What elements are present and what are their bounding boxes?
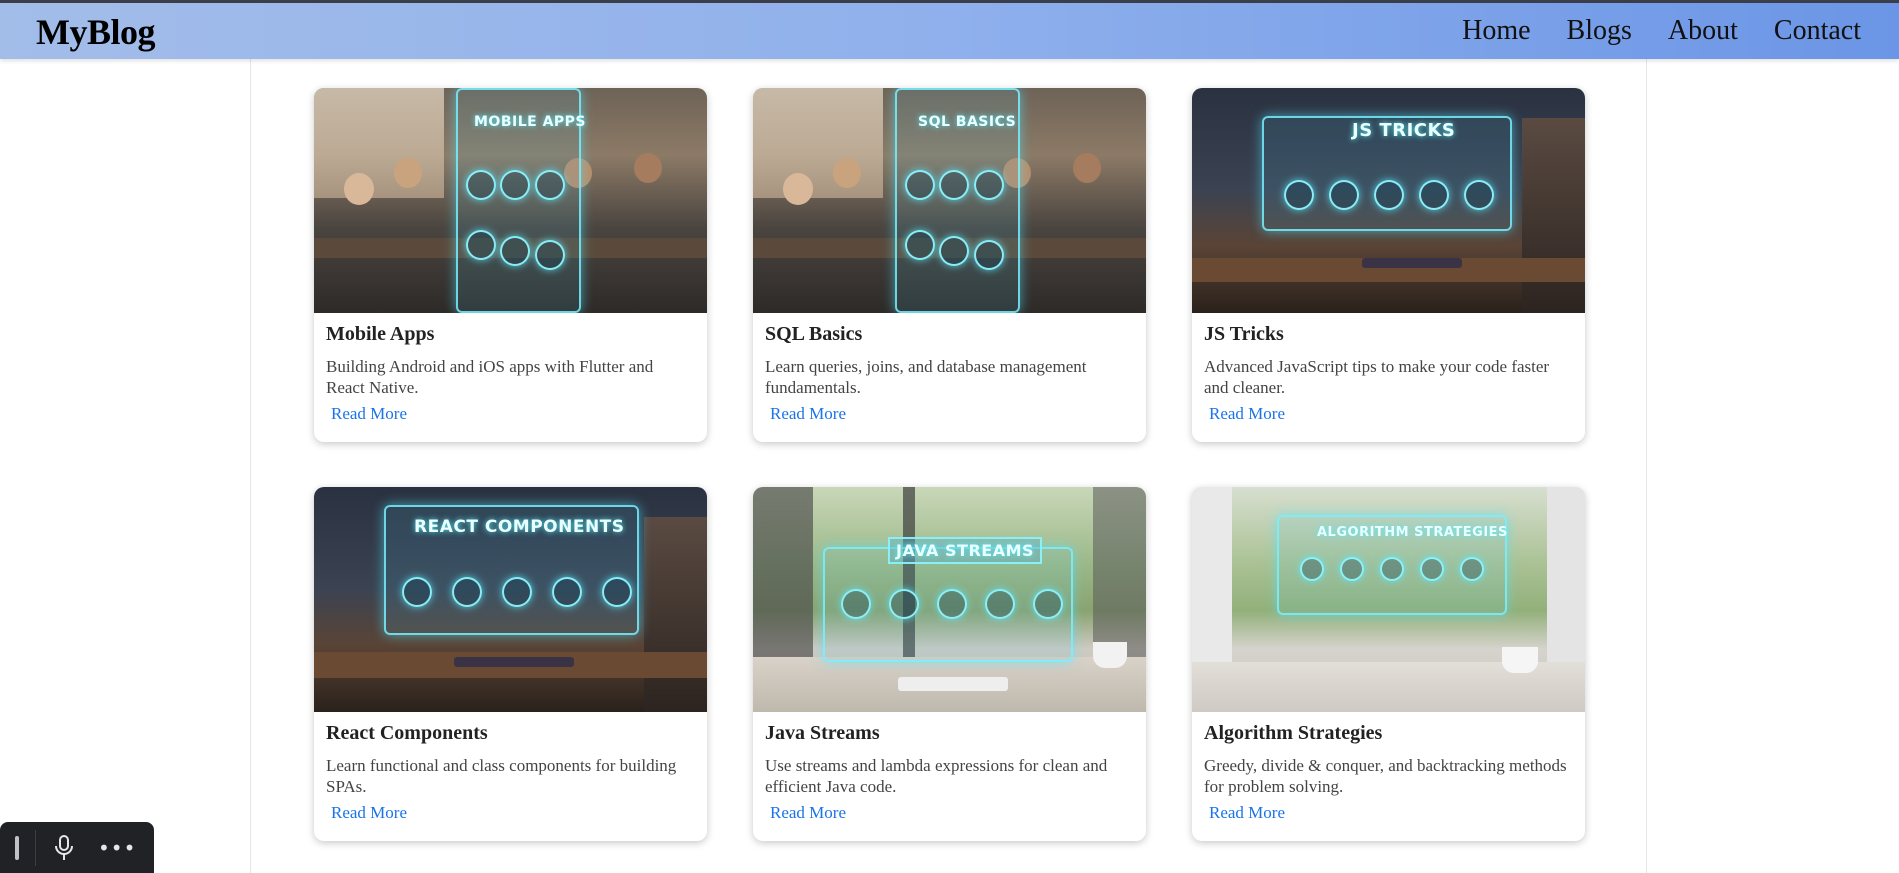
card-image-react-components: REACT COMPONENTS <box>314 487 707 712</box>
drag-handle-icon[interactable] <box>15 835 19 860</box>
card-image-label: REACT COMPONENTS <box>414 517 625 537</box>
blog-card-mobile-apps: MOBILE APPS Mobile Apps Building Android… <box>314 88 707 442</box>
card-image-java-streams: JAVA STREAMS <box>753 487 1146 712</box>
card-title: Algorithm Strategies <box>1204 722 1383 744</box>
read-more-link[interactable]: Read More <box>331 803 407 823</box>
nav-about[interactable]: About <box>1668 15 1738 47</box>
card-description: Building Android and iOS apps with Flutt… <box>326 357 654 397</box>
floating-toolbar: ••• <box>0 822 154 873</box>
card-description: Advanced JavaScript tips to make your co… <box>1204 357 1550 397</box>
main-nav: Home Blogs About Contact <box>1462 15 1861 47</box>
read-more-link[interactable]: Read More <box>1209 803 1285 823</box>
nav-blogs[interactable]: Blogs <box>1567 15 1632 47</box>
read-more-link[interactable]: Read More <box>770 404 846 424</box>
blog-card-sql-basics: SQL BASICS SQL Basics Learn queries, joi… <box>753 88 1146 442</box>
card-image-label: ALGORITHM STRATEGIES <box>1317 525 1508 540</box>
navbar: MyBlog Home Blogs About Contact <box>0 3 1899 59</box>
read-more-link[interactable]: Read More <box>331 404 407 424</box>
microphone-icon[interactable] <box>52 834 76 862</box>
blog-content: MOBILE APPS Mobile Apps Building Android… <box>250 59 1647 873</box>
card-image-mobile-apps: MOBILE APPS <box>314 88 707 313</box>
blog-card-react-components: REACT COMPONENTS React Components Learn … <box>314 487 707 841</box>
card-title: SQL Basics <box>765 323 863 345</box>
more-options-icon[interactable]: ••• <box>98 836 136 860</box>
card-description: Learn functional and class components fo… <box>326 756 677 796</box>
card-image-algorithm-strategies: ALGORITHM STRATEGIES <box>1192 487 1585 712</box>
blog-card-js-tricks: JS TRICKS JS Tricks Advanced JavaScript … <box>1192 88 1585 442</box>
card-description: Use streams and lambda expressions for c… <box>765 756 1108 796</box>
card-image-label: MOBILE APPS <box>474 114 587 130</box>
blog-card-java-streams: JAVA STREAMS Java Streams Use streams an… <box>753 487 1146 841</box>
card-image-sql-basics: SQL BASICS <box>753 88 1146 313</box>
card-title: Java Streams <box>765 722 880 744</box>
card-image-label: SQL BASICS <box>918 114 1017 130</box>
blog-grid: MOBILE APPS Mobile Apps Building Android… <box>314 88 1585 841</box>
nav-contact[interactable]: Contact <box>1774 15 1861 47</box>
card-image-label: JAVA STREAMS <box>888 537 1043 564</box>
blog-card-algorithm-strategies: ALGORITHM STRATEGIES Algorithm Strategie… <box>1192 487 1585 841</box>
card-image-label: JS TRICKS <box>1352 120 1456 141</box>
card-description: Greedy, divide & conquer, and backtracki… <box>1204 756 1567 796</box>
read-more-link[interactable]: Read More <box>770 803 846 823</box>
card-title: JS Tricks <box>1204 323 1284 345</box>
card-title: Mobile Apps <box>326 323 435 345</box>
read-more-link[interactable]: Read More <box>1209 404 1285 424</box>
toolbar-divider <box>35 829 36 866</box>
card-description: Learn queries, joins, and database manag… <box>765 357 1087 397</box>
card-title: React Components <box>326 722 488 744</box>
site-logo[interactable]: MyBlog <box>36 11 156 53</box>
card-image-js-tricks: JS TRICKS <box>1192 88 1585 313</box>
nav-home[interactable]: Home <box>1462 15 1530 47</box>
